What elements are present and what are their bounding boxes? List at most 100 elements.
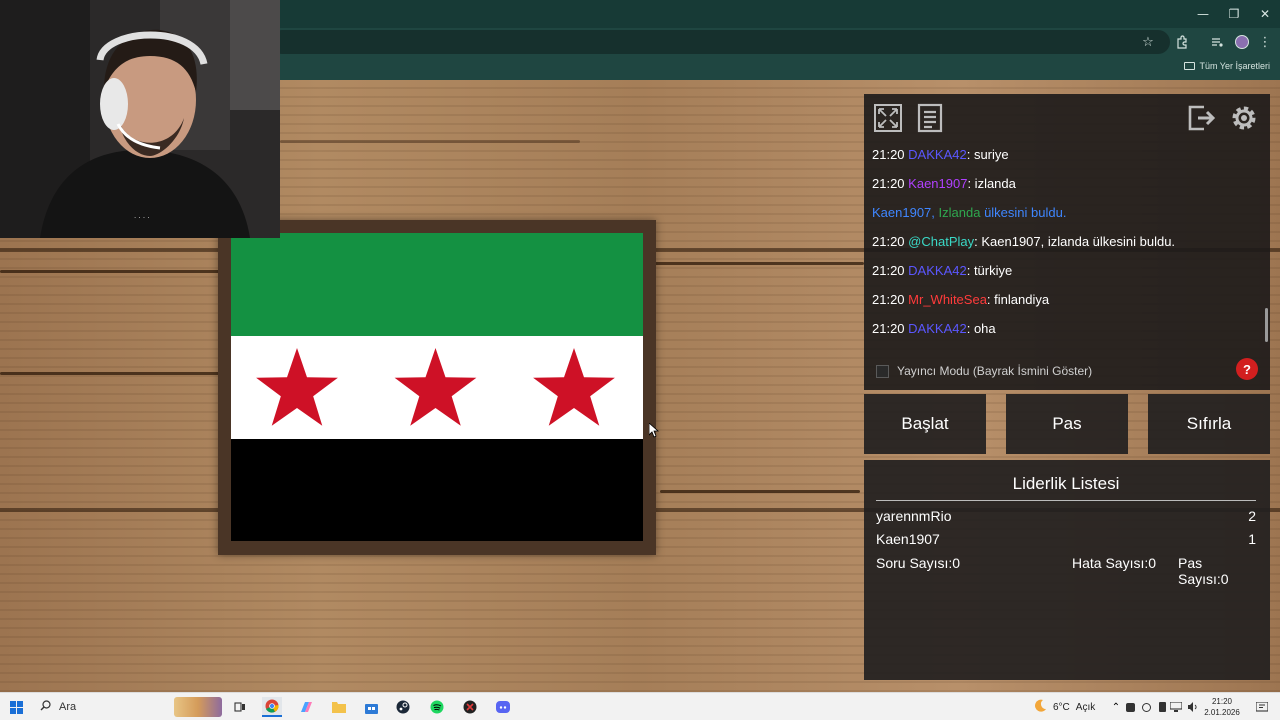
flag-image <box>231 233 643 541</box>
question-count: Soru Sayısı:0 <box>876 555 960 571</box>
clock-time: 21:20 <box>1211 697 1233 706</box>
copilot-icon[interactable] <box>296 697 316 717</box>
chat-message: 21:20 Mr_WhiteSea: finlandiya <box>872 289 1262 318</box>
chat-text: : finlandiya <box>986 292 1050 307</box>
chat-username: DAKKA42 <box>908 263 967 278</box>
player-name: Kaen1907 <box>876 531 940 547</box>
leaderboard-title: Liderlik Listesi <box>876 474 1256 501</box>
windows-start-icon[interactable] <box>6 697 26 717</box>
fullscreen-icon[interactable] <box>870 100 906 136</box>
chat-text: : izlanda <box>967 176 1016 191</box>
exit-icon[interactable] <box>1184 100 1220 136</box>
search-placeholder: Ara <box>59 701 77 713</box>
chat-text: : Kaen1907, izlanda ülkesini buldu. <box>974 234 1176 249</box>
chat-username: Mr_WhiteSea <box>908 292 987 307</box>
player-score: 2 <box>1248 508 1256 524</box>
question-count-label: Soru Sayısı: <box>876 555 953 571</box>
steam-icon[interactable] <box>393 697 413 717</box>
chat-text: : türkiye <box>966 263 1013 278</box>
flag-stripe-top <box>231 233 643 336</box>
task-view-icon[interactable] <box>230 697 250 717</box>
wood-crack <box>660 490 860 493</box>
chat-timestamp: 21:20 <box>872 176 905 191</box>
notifications-icon[interactable] <box>1252 697 1272 717</box>
document-icon[interactable] <box>912 100 948 136</box>
weather-description: Açık <box>1075 701 1096 713</box>
system-message-part: Kaen1907, <box>872 205 935 220</box>
chat-message: 21:20 DAKKA42: oha <box>872 318 1262 347</box>
chat-timestamp: 21:20 <box>872 147 905 162</box>
all-bookmarks-button[interactable]: Tüm Yer İşaretleri <box>1184 61 1270 71</box>
address-bar[interactable] <box>270 30 1170 54</box>
wood-crack <box>0 270 230 273</box>
help-button[interactable]: ? <box>1236 358 1258 380</box>
pass-count-label: Pas Sayısı: <box>1178 555 1221 587</box>
chat-username: DAKKA42 <box>908 147 967 162</box>
system-message-part: Izlanda <box>934 205 981 220</box>
chat-username: @ChatPlay <box>908 234 975 249</box>
wood-crack <box>650 262 864 265</box>
start-button[interactable]: Başlat <box>864 394 986 454</box>
chat-panel: 21:20 DAKKA42: suriye 21:20 Kaen1907: izl… <box>864 94 1270 390</box>
flag-frame <box>218 220 656 555</box>
mouse-cursor <box>649 423 659 438</box>
error-count: Hata Sayısı:0 <box>1072 555 1156 571</box>
gear-icon[interactable] <box>1226 100 1262 136</box>
chat-messages: 21:20 DAKKA42: suriye 21:20 Kaen1907: izl… <box>872 144 1262 347</box>
chat-scrollbar[interactable] <box>1265 308 1268 342</box>
restore-button[interactable]: ❐ <box>1217 0 1251 28</box>
taskbar-search[interactable]: Ara <box>32 696 222 718</box>
store-icon[interactable] <box>361 697 381 717</box>
close-button[interactable]: ✕ <box>1248 0 1280 28</box>
system-clock[interactable]: 21:20 2.01.2026 <box>1200 696 1244 718</box>
extensions-icon[interactable] <box>1172 32 1192 52</box>
chrome-icon[interactable] <box>262 697 282 717</box>
chat-system-message: Kaen1907, Izlanda ülkesini buldu. <box>872 202 1262 231</box>
flag-stripe-bottom <box>231 439 643 541</box>
error-count-value: 0 <box>1148 555 1157 571</box>
browser-menu-icon[interactable]: ⋮ <box>1255 32 1275 52</box>
svg-text:· · · ·: · · · · <box>134 214 150 222</box>
discord-icon[interactable] <box>493 697 513 717</box>
webcam-image: · · · · <box>0 0 280 238</box>
wood-crack <box>280 140 580 143</box>
chat-username: Kaen1907 <box>908 176 968 191</box>
pass-count-value: 0 <box>1220 571 1229 587</box>
player-score: 1 <box>1248 531 1256 547</box>
pass-count: Pas Sayısı:0 <box>1178 555 1256 587</box>
moon-icon <box>1034 699 1047 715</box>
error-count-label: Hata Sayısı: <box>1072 555 1149 571</box>
profile-avatar[interactable] <box>1232 32 1252 52</box>
search-highlight-image <box>174 697 222 717</box>
chat-message: 21:20 DAKKA42: türkiye <box>872 260 1262 289</box>
chat-timestamp: 21:20 <box>872 321 905 336</box>
streamer-mode-toggle[interactable]: Yayıncı Modu (Bayrak İsmini Göster) <box>876 364 1092 378</box>
weather-temperature: 6°C <box>1053 701 1070 713</box>
wood-crack <box>0 372 220 375</box>
chat-timestamp: 21:20 <box>872 292 905 307</box>
chat-message: 21:20 @ChatPlay: Kaen1907, izlanda ülkes… <box>872 231 1262 260</box>
app-icon[interactable] <box>460 697 480 717</box>
weather-widget[interactable]: 6°C Açık <box>1034 699 1095 715</box>
star-icon[interactable]: ☆ <box>1138 32 1158 52</box>
player-name: yarennmRio <box>876 508 952 524</box>
media-controls-icon[interactable] <box>1207 32 1227 52</box>
chat-message: 21:20 Kaen1907: izlanda <box>872 173 1262 202</box>
leaderboard: Liderlik Listesi yarennmRio 2 Kaen1907 1… <box>864 460 1270 680</box>
minimize-button[interactable]: — <box>1186 0 1220 28</box>
reset-button[interactable]: Sıfırla <box>1148 394 1270 454</box>
pass-button[interactable]: Pas <box>1006 394 1128 454</box>
windows-taskbar: Ara 6°C Açık ⌃ 21:20 2.01.2026 <box>0 692 1280 720</box>
search-icon <box>40 700 51 714</box>
chat-timestamp: 21:20 <box>872 263 905 278</box>
chat-text: : oha <box>966 321 996 336</box>
file-explorer-icon[interactable] <box>329 697 349 717</box>
streamer-mode-checkbox[interactable] <box>876 364 889 378</box>
webcam-overlay: · · · · <box>0 0 280 238</box>
chat-username: DAKKA42 <box>908 321 967 336</box>
clock-date: 2.01.2026 <box>1204 708 1240 717</box>
all-bookmarks-label: Tüm Yer İşaretleri <box>1199 61 1270 71</box>
spotify-icon[interactable] <box>427 697 447 717</box>
leaderboard-row: Kaen1907 1 <box>876 531 1256 547</box>
system-message-part: ülkesini buldu. <box>980 205 1067 220</box>
